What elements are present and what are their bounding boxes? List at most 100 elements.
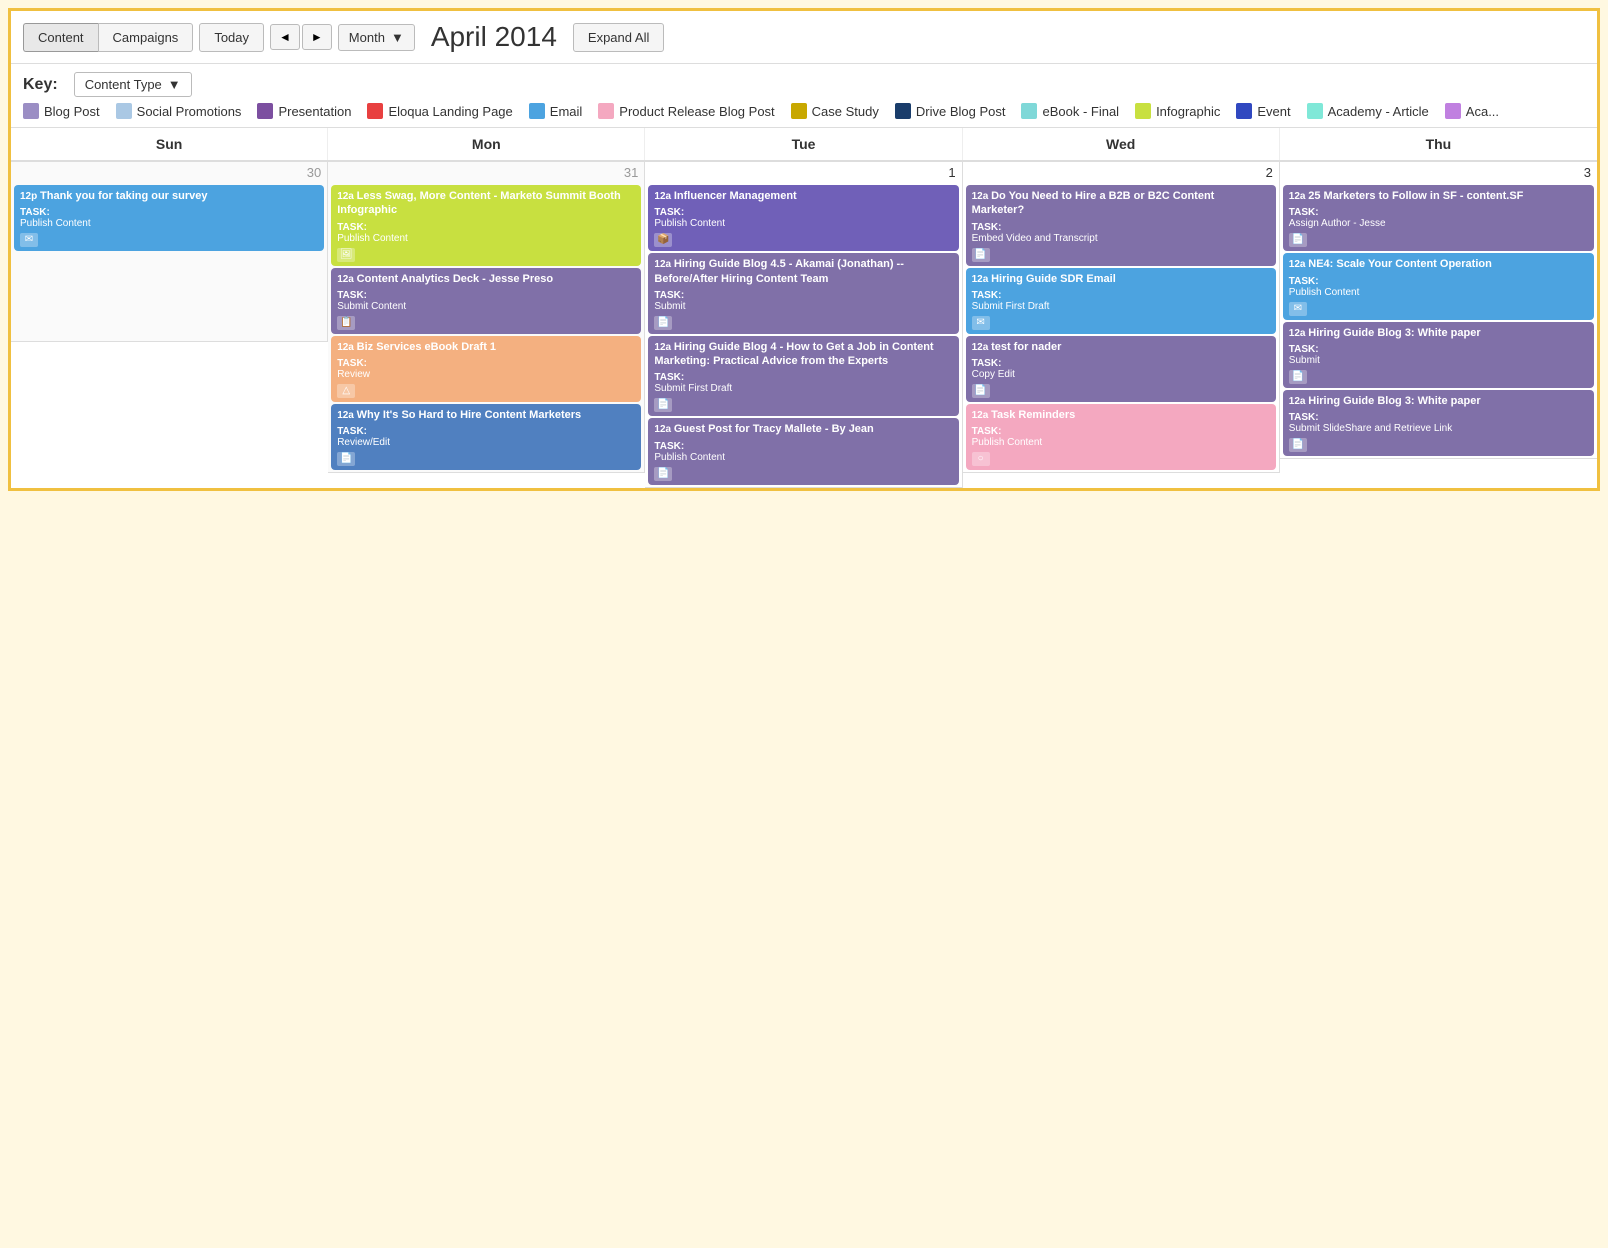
task-label: TASK: (972, 290, 1270, 301)
event-time: 12a (337, 274, 356, 285)
event-card[interactable]: 12a 25 Marketers to Follow in SF - conte… (1283, 185, 1594, 251)
task-text: Submit (654, 301, 952, 312)
calendar-grid: 3012p Thank you for taking our surveyTAS… (11, 162, 1597, 488)
event-card[interactable]: 12a Hiring Guide Blog 3: White paperTASK… (1283, 390, 1594, 456)
event-time: 12a (337, 342, 356, 353)
task-label: TASK: (20, 207, 318, 218)
legend-item: Presentation (257, 103, 351, 119)
event-title: Hiring Guide Blog 3: White paper (1308, 395, 1480, 407)
legend-container: Blog Post Social Promotions Presentation El… (23, 103, 1499, 119)
event-card[interactable]: 12p Thank you for taking our surveyTASK:… (14, 185, 324, 251)
event-card[interactable]: 12a Why It's So Hard to Hire Content Mar… (331, 404, 641, 470)
event-title: Content Analytics Deck - Jesse Preso (357, 273, 553, 285)
event-icon-row: 🖼 (337, 248, 635, 262)
legend-label: Case Study (812, 104, 879, 119)
event-card[interactable]: 12a Hiring Guide Blog 4 - How to Get a J… (648, 336, 958, 417)
legend-label: Email (550, 104, 583, 119)
content-type-select[interactable]: Content Type ▼ (74, 72, 192, 97)
event-title-line: 12a Content Analytics Deck - Jesse Preso (337, 272, 635, 286)
calendar-cell[interactable]: 212a Do You Need to Hire a B2B or B2C Co… (963, 162, 1280, 473)
task-text: Assign Author - Jesse (1289, 218, 1588, 229)
legend-item: Email (529, 103, 583, 119)
event-card[interactable]: 12a Influencer ManagementTASK:Publish Co… (648, 185, 958, 251)
event-time: 12a (1289, 259, 1308, 270)
task-label: TASK: (972, 358, 1270, 369)
task-label: TASK: (1289, 276, 1588, 287)
calendar-header-cell: Thu (1280, 128, 1597, 160)
task-label: TASK: (654, 372, 952, 383)
legend-item: Blog Post (23, 103, 100, 119)
event-card[interactable]: 12a Less Swag, More Content - Marketo Su… (331, 185, 641, 266)
event-icon-row: ○ (972, 452, 1270, 466)
event-icon-row: 📄 (1289, 370, 1588, 384)
event-title: Biz Services eBook Draft 1 (357, 341, 496, 353)
calendar: SunMonTueWedThu 3012p Thank you for taki… (11, 128, 1597, 488)
event-icon-row: 📦 (654, 233, 952, 247)
event-title: Thank you for taking our survey (40, 190, 207, 202)
month-select[interactable]: Month ▼ (338, 24, 415, 51)
legend-label: eBook - Final (1042, 104, 1119, 119)
event-title-line: 12a Guest Post for Tracy Mallete - By Je… (654, 422, 952, 436)
event-card[interactable]: 12a Hiring Guide Blog 3: White paperTASK… (1283, 322, 1594, 388)
event-card[interactable]: 12a Do You Need to Hire a B2B or B2C Con… (966, 185, 1276, 266)
campaigns-button[interactable]: Campaigns (98, 23, 194, 52)
event-title-line: 12a Hiring Guide Blog 3: White paper (1289, 394, 1588, 408)
app-container: Content Campaigns Today ◄ ► Month ▼ Apri… (8, 8, 1600, 491)
event-title: Hiring Guide Blog 4 - How to Get a Job i… (654, 341, 933, 367)
calendar-cell[interactable]: 312a 25 Marketers to Follow in SF - cont… (1280, 162, 1597, 459)
legend-label: Eloqua Landing Page (388, 104, 512, 119)
legend-label: Presentation (278, 104, 351, 119)
event-title-line: 12a Hiring Guide Blog 4.5 - Akamai (Jona… (654, 257, 952, 286)
legend-label: Event (1257, 104, 1290, 119)
event-icon: △ (337, 384, 355, 398)
next-arrow[interactable]: ► (302, 24, 332, 50)
date-number: 2 (963, 162, 1279, 183)
event-card[interactable]: 12a Task RemindersTASK:Publish Content○ (966, 404, 1276, 470)
event-time: 12a (337, 410, 356, 421)
calendar-cell[interactable]: 112a Influencer ManagementTASK:Publish C… (645, 162, 962, 488)
date-number: 30 (11, 162, 327, 183)
calendar-cell[interactable]: 3112a Less Swag, More Content - Marketo … (328, 162, 645, 473)
event-icon: ✉ (20, 233, 38, 247)
date-number: 31 (328, 162, 644, 183)
task-text: Submit First Draft (972, 301, 1270, 312)
event-card[interactable]: 12a Biz Services eBook Draft 1 TASK:Revie… (331, 336, 641, 402)
event-card[interactable]: 12a Hiring Guide Blog 4.5 - Akamai (Jona… (648, 253, 958, 334)
expand-all-button[interactable]: Expand All (573, 23, 664, 52)
event-icon-row: ✉ (1289, 302, 1588, 316)
task-text: Submit (1289, 355, 1588, 366)
event-card[interactable]: 12a Content Analytics Deck - Jesse Preso… (331, 268, 641, 334)
task-label: TASK: (337, 358, 635, 369)
event-title: 25 Marketers to Follow in SF - content.S… (1308, 190, 1523, 202)
legend-item: eBook - Final (1021, 103, 1119, 119)
event-title-line: 12a Hiring Guide SDR Email (972, 272, 1270, 286)
task-text: Review (337, 369, 635, 380)
today-button[interactable]: Today (199, 23, 264, 52)
legend-color-box (1135, 103, 1151, 119)
legend-label: Aca... (1466, 104, 1499, 119)
event-icon: 📄 (972, 248, 990, 262)
task-label: TASK: (1289, 344, 1588, 355)
event-card[interactable]: 12a test for naderTASK:Copy Edit📄 (966, 336, 1276, 402)
month-select-label: Month (349, 30, 385, 45)
calendar-cell[interactable]: 3012p Thank you for taking our surveyTAS… (11, 162, 328, 342)
key-label: Key: (23, 76, 58, 94)
event-icon: 📄 (1289, 438, 1307, 452)
event-icon-row: 📄 (972, 384, 1270, 398)
event-card[interactable]: 12a NE4: Scale Your Content OperationTAS… (1283, 253, 1594, 319)
prev-arrow[interactable]: ◄ (270, 24, 300, 50)
legend-color-box (529, 103, 545, 119)
event-card[interactable]: 12a Guest Post for Tracy Mallete - By Je… (648, 418, 958, 484)
legend-item: Eloqua Landing Page (367, 103, 512, 119)
legend-item: Product Release Blog Post (598, 103, 774, 119)
calendar-header-cell: Wed (963, 128, 1280, 160)
legend-color-box (1445, 103, 1461, 119)
event-time: 12a (654, 424, 673, 435)
content-button[interactable]: Content (23, 23, 98, 52)
key-bar: Key: Content Type ▼ Blog Post Social Prom… (11, 64, 1597, 128)
event-icon-row: 📄 (972, 248, 1270, 262)
event-card[interactable]: 12a Hiring Guide SDR Email TASK:Submit Fi… (966, 268, 1276, 334)
legend-item: Drive Blog Post (895, 103, 1006, 119)
event-title: Why It's So Hard to Hire Content Markete… (357, 409, 582, 421)
legend-label: Social Promotions (137, 104, 242, 119)
